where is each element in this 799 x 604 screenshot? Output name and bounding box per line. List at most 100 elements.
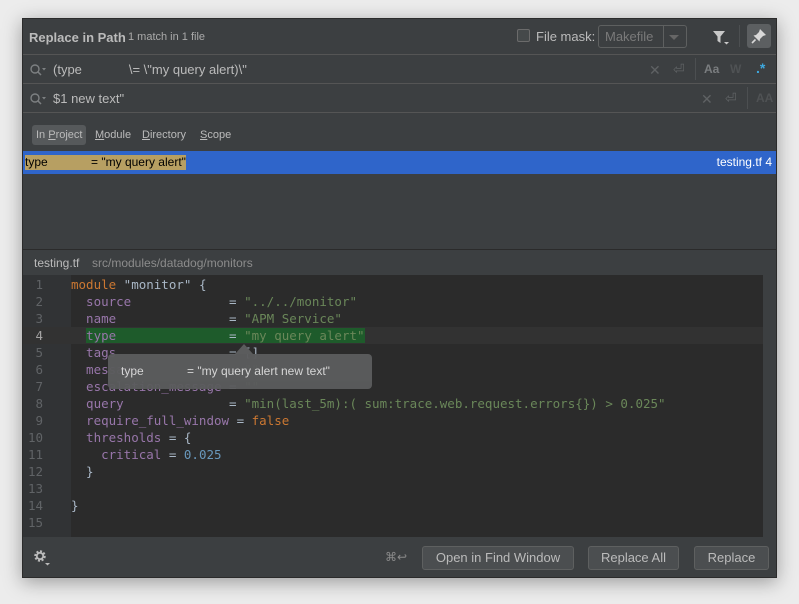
code-token: }	[71, 464, 94, 479]
words-toggle[interactable]: W	[730, 62, 741, 76]
line-number: 4	[35, 328, 43, 343]
replace-all-button[interactable]: Replace All	[588, 546, 679, 570]
field-divider	[747, 87, 748, 109]
code-token: "APM Service"	[244, 311, 342, 326]
code-token: thresholds	[71, 430, 162, 445]
gear-icon[interactable]	[33, 549, 51, 567]
line-number: 5	[35, 345, 43, 360]
code-token: source	[71, 294, 132, 309]
newline-icon[interactable]: ⏎	[673, 61, 685, 78]
match-count: 1 match in 1 file	[128, 31, 206, 43]
search-history-icon[interactable]	[29, 92, 47, 106]
code-line: 2 source = "../../monitor"	[23, 293, 763, 310]
line-number: 8	[35, 396, 43, 411]
search-history-icon[interactable]	[29, 63, 47, 77]
replacement-preview-tooltip: type = "my query alert new text"	[108, 354, 372, 389]
code-line: 12 }	[23, 463, 763, 480]
file-mask-value: Makefile	[605, 29, 654, 44]
code-token: =	[161, 447, 184, 462]
code-line: 11 critical = 0.025	[23, 446, 763, 463]
code-token: type	[86, 328, 117, 343]
replace-field[interactable]: $1 new text" ✕ ⏎ AA	[23, 84, 776, 113]
file-mask-checkbox[interactable]	[517, 29, 530, 42]
code-line: 8 query = "min(last_5m):( sum:trace.web.…	[23, 395, 763, 412]
preview-header: testing.tf src/modules/datadog/monitors	[23, 249, 776, 275]
regex-toggle[interactable]: .*	[756, 60, 765, 76]
pin-button[interactable]	[747, 24, 771, 48]
result-file: testing.tf 4	[716, 155, 772, 169]
code-token: "min(last_5m):( sum:trace.web.request.er…	[244, 396, 666, 411]
file-mask-combo[interactable]: Makefile	[598, 25, 687, 48]
code-token: "../../monitor"	[244, 294, 357, 309]
code-token: =	[116, 311, 245, 326]
replace-button[interactable]: Replace	[694, 546, 769, 570]
code-preview[interactable]: 1 module "monitor" { 2 source = "../../mo…	[23, 275, 776, 537]
scope-tabs: In Project Module Directory Scope	[23, 117, 776, 153]
open-in-find-window-button[interactable]: Open in Find Window	[422, 546, 574, 570]
line-number: 2	[35, 294, 43, 309]
newline-icon[interactable]: ⏎	[725, 90, 737, 107]
line-number: 6	[35, 362, 43, 377]
code-line: 15	[23, 514, 763, 531]
line-number: 14	[27, 498, 43, 513]
line-number: 9	[35, 413, 43, 428]
clear-icon[interactable]: ✕	[701, 91, 713, 108]
line-number: 3	[35, 311, 43, 326]
code-token: }	[71, 498, 79, 513]
combo-divider	[663, 26, 664, 47]
dialog-footer: ⌘↩ Open in Find Window Replace All Repla…	[23, 537, 776, 577]
tooltip-text: type = "my query alert new text"	[121, 364, 330, 378]
code-token: =	[131, 294, 245, 309]
code-token: "monitor" {	[116, 277, 207, 292]
code-token: module	[71, 277, 117, 292]
file-mask-label: File mask:	[536, 29, 596, 44]
tab-directory[interactable]: Directory	[138, 125, 190, 145]
tab-module[interactable]: Module	[91, 125, 135, 145]
find-input[interactable]: (type \= \"my query alert)\"	[53, 62, 247, 77]
preserve-case-toggle[interactable]: AA	[756, 91, 773, 105]
tab-mnemonic: D	[142, 129, 150, 141]
result-row[interactable]: type = "my query alert" testing.tf 4	[23, 151, 776, 174]
tab-in-project[interactable]: In Project	[32, 125, 87, 145]
line-number: 7	[35, 379, 43, 394]
code-token: 0.025	[183, 447, 222, 462]
code-line: 14}	[23, 497, 763, 514]
code-token: require_full_window	[71, 413, 230, 428]
replace-input[interactable]: $1 new text"	[53, 91, 124, 106]
clear-icon[interactable]: ✕	[649, 62, 661, 79]
line-number: 13	[27, 481, 43, 496]
tab-mnemonic: P	[48, 129, 56, 141]
tab-label: odule	[104, 129, 132, 141]
preview-file-path: src/modules/datadog/monitors	[92, 256, 253, 270]
code-token: name	[71, 311, 117, 326]
code-line: 9 require_full_window = false	[23, 412, 763, 429]
code-line: 3 name = "APM Service"	[23, 310, 763, 327]
shortcut-hint: ⌘↩	[385, 550, 408, 564]
line-number: 10	[27, 430, 43, 445]
chevron-down-icon[interactable]	[669, 35, 679, 40]
tab-mnemonic: M	[95, 129, 105, 141]
match-highlight: type = "my query alert"	[86, 328, 365, 343]
tab-scope[interactable]: Scope	[196, 125, 235, 145]
tab-label: irectory	[149, 129, 187, 141]
tab-label: In	[36, 129, 49, 141]
find-field[interactable]: (type \= \"my query alert)\" ✕ ⏎ Aa W .*	[23, 55, 776, 84]
match-case-toggle[interactable]: Aa	[704, 62, 719, 76]
tooltip-arrow	[235, 344, 253, 354]
tab-label: roject	[55, 129, 83, 141]
code-line-current: 4 type = "my query alert"	[23, 327, 763, 344]
title-bar: Replace in Path 1 match in 1 file File m…	[23, 19, 776, 55]
code-token: critical	[71, 447, 162, 462]
line-number: 1	[35, 277, 43, 292]
code-line: 13	[23, 480, 763, 497]
code-token: =	[116, 328, 245, 343]
line-number: 12	[27, 464, 43, 479]
tab-label: cope	[207, 129, 232, 141]
code-token: =	[123, 396, 245, 411]
pin-icon	[751, 29, 766, 44]
vertical-scrollbar[interactable]	[763, 275, 776, 537]
filter-icon[interactable]	[712, 28, 730, 46]
code-line: 10 thresholds = {	[23, 429, 763, 446]
code-token: query	[71, 396, 124, 411]
dialog-title: Replace in Path	[29, 30, 126, 45]
